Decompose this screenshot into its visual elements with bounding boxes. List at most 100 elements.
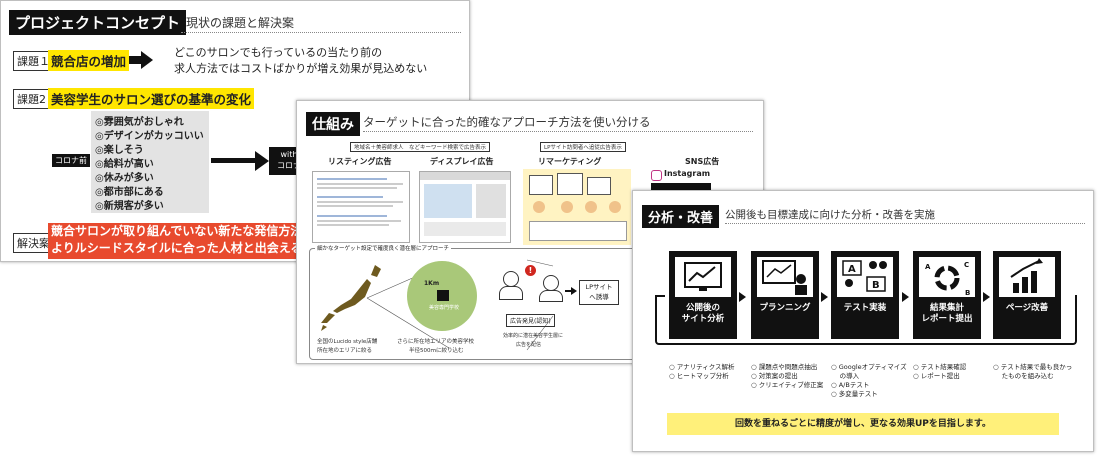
issue2-label: 課題2 <box>13 89 50 109</box>
lp-site-box: LPサイト へ誘導 <box>579 280 619 305</box>
step3-line1: テスト実装 <box>843 303 887 313</box>
circle-caption-line1: さらに所在地エリアの美容学校 <box>397 339 475 345</box>
step-arrow <box>739 292 746 302</box>
instagram-icon <box>651 170 662 181</box>
slide3-divider <box>725 223 1085 224</box>
svg-text:B: B <box>965 289 970 297</box>
step-planning: プランニング <box>751 251 819 339</box>
icon-letter-b: B <box>872 280 880 291</box>
analytics-icon <box>675 257 731 297</box>
school-icon <box>437 290 449 301</box>
slide3-title: 分析・改善 <box>642 205 720 228</box>
bullet: ○ 対策案の提出 <box>751 372 798 380</box>
bullet: ○ クリエイティブ修正案 <box>751 381 824 389</box>
col-sns-title: SNS広告 <box>685 157 720 166</box>
bullet: ○ ヒートマップ分析 <box>669 372 729 380</box>
slide1-title-tag: プロジェクトコンセプト <box>9 10 187 35</box>
issue2-highlight: 美容学生のサロン選びの基準の変化 <box>48 88 255 109</box>
bullets-step5: ○ テスト結果で最も良かっ たものを組み込む <box>993 363 1072 381</box>
criteria-item: ◎都市部にある <box>95 187 164 198</box>
bullet: ○ テスト結果確認 <box>913 363 967 371</box>
ab-test-icon: AB <box>837 257 893 297</box>
goal-banner: 回数を重ねるごとに精度が増し、更なる効果UPを目指します。 <box>667 413 1059 435</box>
step2-line1: プランニング <box>759 303 811 313</box>
note-listing: 地域名＋美容師求人 などキーワード検索で広告表示 <box>350 142 491 152</box>
col-display-title: ディスプレイ広告 <box>430 157 494 166</box>
slide3-subtitle: 公開後も目標達成に向けた分析・改善を実施 <box>725 209 935 221</box>
col-remarketing-title: リマーケティング <box>538 157 602 166</box>
icon-letter-c: C <box>964 261 969 269</box>
slide1-subtitle: 現状の課題と解決案 <box>186 16 295 30</box>
lp-line1: LPサイト <box>585 283 613 291</box>
cycle-chart-icon: A C B <box>919 257 975 297</box>
bullet: ○ 多変量テスト <box>831 390 878 398</box>
step1-line1: 公開後の <box>685 303 720 313</box>
col-listing-title: リスティング広告 <box>328 157 392 166</box>
step-arrow <box>983 292 990 302</box>
step-test-implementation: AB テスト実装 <box>831 251 899 339</box>
criteria-item: ◎デザインがカッコいい <box>95 131 204 142</box>
bullets-step1: ○ アナリティクス解析 ○ ヒートマップ分析 <box>669 363 735 381</box>
step-page-improvement: ページ改善 <box>993 251 1061 339</box>
criteria-item: ◎楽しそう <box>95 145 144 156</box>
issue1-text-line2: 求人方法ではコストばかりが増え効果が見込めない <box>174 62 428 75</box>
bullets-step4: ○ テスト結果確認 ○ レポート提出 <box>913 363 966 381</box>
school-label: 美容専門学校 <box>429 305 460 311</box>
bullet: ○ 課題点や問題点抽出 <box>751 363 818 371</box>
bullet: たものを組み込む <box>993 372 1054 380</box>
svg-text:A: A <box>925 263 931 271</box>
corona-before-label: コロナ前 <box>52 154 90 167</box>
bullet: ○ テスト結果で最も良かっ <box>993 363 1073 371</box>
bullet: の導入 <box>831 372 860 380</box>
slide-analysis-improvement: 分析・改善 公開後も目標達成に向けた分析・改善を実施 公開後の サイト分析 プラン… <box>632 190 1094 452</box>
student-body <box>499 286 523 300</box>
display-ad-screenshot <box>419 171 511 243</box>
step-arrow <box>902 292 909 302</box>
bullet: ○ Googleオプティマイズ <box>831 363 907 371</box>
slide2-title-tag: 仕組み <box>306 112 360 136</box>
slide1-divider <box>181 32 461 33</box>
ad-found-label: 広告発見(認知) <box>506 314 555 327</box>
bullet: ○ レポート提出 <box>913 372 960 380</box>
bullets-step2: ○ 課題点や問題点抽出 ○ 対策案の提出 ○ クリエイティブ修正案 <box>751 363 823 390</box>
bullet: ○ A/Bテスト <box>831 381 870 389</box>
student2-icon <box>543 275 559 291</box>
remarketing-illustration <box>523 169 631 245</box>
listing-ad-screenshot <box>312 171 410 243</box>
criteria-item: ◎給料が高い <box>95 159 154 170</box>
icon-letter-a: A <box>848 264 856 275</box>
student2-body <box>539 290 563 302</box>
criteria-box: ◎雰囲気がおしゃれ ◎デザインがカッコいい ◎楽しそう ◎給料が高い ◎休みが多… <box>91 111 209 213</box>
slide3-title-tag: 分析・改善 <box>642 205 720 228</box>
criteria-item: ◎新規客が多い <box>95 201 164 212</box>
note-remarketing: LPサイト訪問者へ追従広告表示 <box>540 142 626 152</box>
step5-line1: ページ改善 <box>1005 303 1049 313</box>
slide2-subtitle: ターゲットに合った的確なアプローチ方法を使い分ける <box>363 115 651 129</box>
circle-caption-line2: 半径500ｍに絞り込む <box>409 348 464 354</box>
issue1-highlight: 競合店の増加 <box>48 50 130 71</box>
step4-line2: レポート提出 <box>921 314 973 324</box>
slide2-divider <box>363 131 753 132</box>
criteria-item: ◎雰囲気がおしゃれ <box>95 117 184 128</box>
step-site-analysis: 公開後の サイト分析 <box>669 251 737 339</box>
ad-found-caption-line2: 広告を配信 <box>516 342 542 348</box>
step-report: A C B 結果集計 レポート提出 <box>913 251 981 339</box>
instagram-label: Instagram <box>664 169 711 178</box>
issue1-text-line1: どこのサロンでも行っているの当たり前の <box>174 46 383 59</box>
student-icon <box>503 271 519 287</box>
ad-found-caption-line1: 効率的に潜在美容学生層に <box>503 333 564 339</box>
bullet: ○ アナリティクス解析 <box>669 363 735 371</box>
step1-line2: サイト分析 <box>681 314 725 324</box>
bullets-step3: ○ Googleオプティマイズ の導入 ○ A/Bテスト ○ 多変量テスト <box>831 363 907 399</box>
slide2-title: 仕組み <box>306 112 360 136</box>
step-arrow <box>821 292 828 302</box>
criteria-item: ◎休みが多い <box>95 173 154 184</box>
growth-chart-icon <box>999 257 1055 297</box>
alert-icon: ! <box>525 265 536 276</box>
presentation-icon <box>757 257 813 297</box>
radius-label: 1Km <box>424 280 440 287</box>
slide1-title: プロジェクトコンセプト <box>9 10 187 35</box>
target-caption: 細かなターゲット設定で確度良く潜在層にアプローチ <box>315 244 452 252</box>
lp-line2: へ誘導 <box>589 293 609 301</box>
cycle-loop-left <box>655 295 665 297</box>
